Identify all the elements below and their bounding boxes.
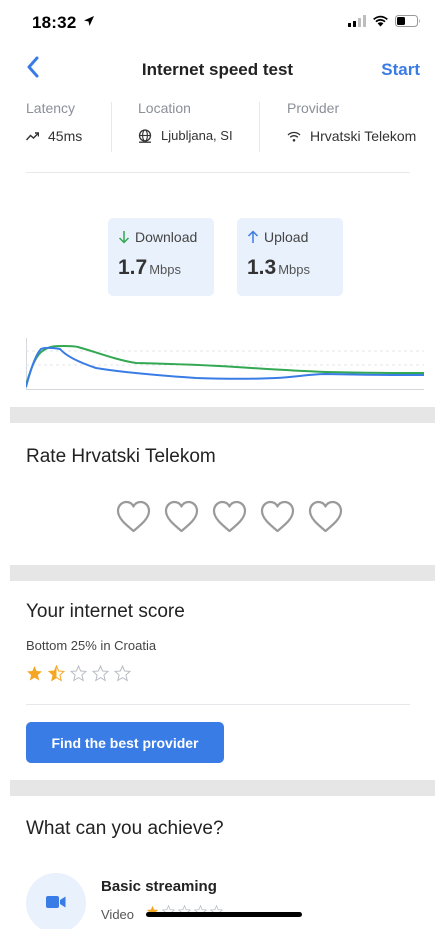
latency-label: Latency [26,100,76,116]
location-value: Ljubljana, SI [161,128,233,143]
connection-info: Latency 45ms Location Ljubljana, SI Prov… [0,100,435,160]
heart-icon[interactable] [212,500,247,534]
page-title: Internet speed test [141,60,294,79]
heart-icon[interactable] [164,500,199,534]
download-unit: Mbps [149,262,181,277]
internet-score-subtitle: Bottom 25% in Croatia [26,638,157,653]
download-header: Download [118,229,197,245]
upload-card: Upload 1.3 Mbps [237,218,343,296]
provider-value: Hrvatski Telekom [310,128,417,144]
score-stars [26,665,131,682]
star-half-icon [48,665,65,682]
divider [26,172,410,173]
star-empty-icon [92,665,109,682]
provider-row: Hrvatski Telekom [287,128,416,144]
location-arrow-icon [83,14,95,32]
upload-header: Upload [247,229,308,245]
achievement-name: Basic streaming [101,878,217,895]
heart-icon[interactable] [116,500,151,534]
divider [26,704,410,705]
arrow-down-icon [118,231,130,244]
status-icons [348,14,421,32]
achieve-title: What can you achieve? [26,818,224,839]
section-separator [10,565,435,581]
download-value: 1.7 [118,256,148,279]
provider-label: Provider [287,100,340,116]
download-reading: 1.7 Mbps [118,256,181,280]
arrow-up-icon [247,230,259,243]
wifi-icon [287,131,301,142]
achievement-category: Video [101,907,135,922]
find-best-provider-button[interactable]: Find the best provider [26,722,224,763]
divider [259,102,260,152]
latency-value: 45ms [48,128,83,144]
heart-rating [116,500,343,534]
location-label: Location [138,100,191,116]
download-card: Download 1.7 Mbps [108,218,214,296]
nav-bar: Internet speed test Start [0,50,435,88]
latency-row: 45ms [26,128,82,144]
provider-section: Provider Hrvatski Telekom [287,100,416,156]
location-row: Ljubljana, SI [138,128,233,143]
upload-line [26,346,424,388]
achievement-icon-circle [26,873,86,929]
section-separator [10,780,435,796]
rate-provider-title: Rate Hrvatski Telekom [26,446,216,467]
internet-score-title: Your internet score [26,601,185,622]
status-bar: 18:32 [0,0,435,44]
wifi-icon [372,14,389,32]
home-indicator[interactable] [146,912,302,917]
upload-value: 1.3 [247,256,277,279]
heart-icon[interactable] [260,500,295,534]
start-button[interactable]: Start [381,60,420,80]
star-empty-icon [114,665,131,682]
speed-graph [26,338,424,390]
heart-icon[interactable] [308,500,343,534]
latency-section: Latency 45ms [26,100,82,156]
star-empty-icon [70,665,87,682]
location-section: Location Ljubljana, SI [138,100,233,156]
battery-icon [395,14,421,32]
section-separator [10,407,435,423]
star-filled-icon [27,666,42,681]
video-camera-icon [46,896,66,908]
download-label: Download [135,229,198,245]
upload-reading: 1.3 Mbps [247,256,310,280]
status-time: 18:32 [32,13,77,32]
cellular-signal-icon [348,14,366,32]
trend-icon [26,131,39,140]
upload-label: Upload [264,229,309,245]
globe-icon [138,128,152,143]
divider [111,102,112,152]
upload-unit: Mbps [278,262,310,277]
